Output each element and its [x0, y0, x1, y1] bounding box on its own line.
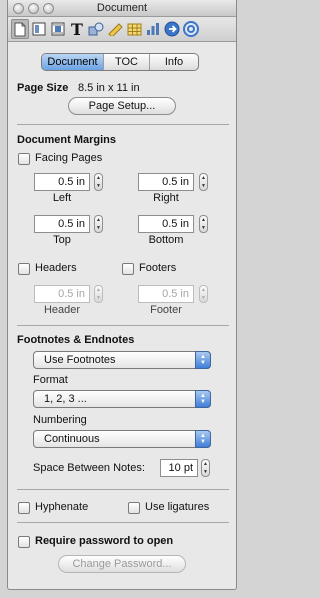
top-margin-field[interactable]: 0.5 in — [34, 215, 90, 233]
require-password-label: Require password to open — [35, 535, 174, 547]
table-icon — [127, 23, 141, 35]
format-value: 1, 2, 3 ... — [44, 393, 87, 405]
page-size-value: 8.5 in x 11 in — [78, 82, 140, 94]
wrap-inspector-tab[interactable] — [49, 19, 67, 39]
quicktime-icon — [183, 21, 199, 37]
headers-checkbox[interactable] — [18, 263, 30, 275]
header-margin-field[interactable]: 0.5 in — [34, 285, 90, 303]
numbering-label: Numbering — [33, 414, 87, 426]
headers-label: Headers — [35, 262, 77, 274]
layout-inspector-tab[interactable] — [30, 19, 48, 39]
numbering-value: Continuous — [44, 433, 100, 445]
divider — [17, 489, 229, 490]
graphic-inspector-tab[interactable] — [87, 19, 105, 39]
facing-pages-label: Facing Pages — [35, 152, 103, 164]
require-password-checkbox[interactable] — [18, 536, 30, 548]
chart-icon — [147, 23, 159, 35]
hyphenate-label: Hyphenate — [35, 501, 89, 513]
footnote-type-value: Use Footnotes — [44, 354, 116, 366]
left-margin-field[interactable]: 0.5 in — [34, 173, 90, 191]
divider — [17, 522, 229, 523]
divider — [17, 325, 229, 326]
wrap-icon — [51, 22, 65, 36]
footnotes-heading: Footnotes & Endnotes — [17, 334, 135, 346]
metrics-inspector-tab[interactable] — [106, 19, 124, 39]
numbering-popup[interactable]: Continuous ▲ ▼ — [33, 430, 211, 448]
tab-toc[interactable]: TOC — [104, 54, 150, 70]
use-ligatures-label: Use ligatures — [145, 501, 210, 513]
top-margin-stepper[interactable]: ▲ ▼ — [94, 215, 103, 233]
footers-checkbox[interactable] — [122, 263, 134, 275]
text-inspector-tab[interactable]: T — [68, 19, 86, 39]
left-margin-label: Left — [52, 192, 72, 204]
right-margin-label: Right — [153, 192, 179, 204]
right-margin-field[interactable]: 0.5 in — [138, 173, 194, 191]
facing-pages-checkbox[interactable] — [18, 153, 30, 165]
footnote-type-popup[interactable]: Use Footnotes ▲ ▼ — [33, 351, 211, 369]
header-margin-stepper[interactable]: ▲ ▼ — [94, 285, 103, 303]
margins-heading: Document Margins — [17, 134, 117, 146]
popup-arrows-icon: ▲ ▼ — [195, 430, 211, 448]
footer-margin-label: Footer — [150, 304, 182, 316]
document-icon — [14, 22, 26, 36]
ruler-icon — [108, 23, 123, 36]
top-margin-label: Top — [53, 234, 71, 246]
link-inspector-tab[interactable] — [163, 19, 181, 39]
bottom-margin-label: Bottom — [148, 234, 184, 246]
inspector-segmented-control: Document TOC Info — [41, 53, 199, 71]
footers-label: Footers — [139, 262, 177, 274]
bottom-margin-stepper[interactable]: ▲ ▼ — [199, 215, 208, 233]
footer-margin-stepper[interactable]: ▲ ▼ — [199, 285, 208, 303]
page-setup-button[interactable]: Page Setup... — [68, 97, 176, 115]
table-inspector-tab[interactable] — [125, 19, 143, 39]
space-between-notes-field[interactable]: 10 pt — [160, 459, 198, 477]
document-inspector-tab[interactable] — [11, 19, 29, 39]
tab-info[interactable]: Info — [150, 54, 198, 70]
quicktime-inspector-tab[interactable] — [182, 19, 200, 39]
divider — [17, 124, 229, 125]
chart-inspector-tab[interactable] — [144, 19, 162, 39]
use-ligatures-checkbox[interactable] — [128, 502, 140, 514]
change-password-button[interactable]: Change Password... — [58, 555, 186, 573]
link-arrow-icon — [164, 21, 180, 37]
hyphenate-checkbox[interactable] — [18, 502, 30, 514]
bottom-margin-field[interactable]: 0.5 in — [138, 215, 194, 233]
space-between-notes-stepper[interactable]: ▲ ▼ — [201, 459, 210, 477]
window-title: Document — [96, 2, 148, 14]
page-size-label: Page Size — [17, 82, 69, 94]
format-label: Format — [33, 374, 68, 386]
footer-margin-field[interactable]: 0.5 in — [138, 285, 194, 303]
layout-icon — [32, 22, 46, 36]
inspector-toolbar: T — [8, 17, 236, 42]
space-between-notes-label: Space Between Notes: — [33, 462, 145, 474]
format-popup[interactable]: 1, 2, 3 ... ▲ ▼ — [33, 390, 211, 408]
text-icon: T — [71, 19, 83, 39]
popup-arrows-icon: ▲ ▼ — [195, 351, 211, 369]
popup-arrows-icon: ▲ ▼ — [195, 390, 211, 408]
document-inspector-window: Document T Document TOC Info Page Size 8… — [7, 0, 237, 590]
header-margin-label: Header — [43, 304, 81, 316]
tab-document[interactable]: Document — [42, 54, 104, 70]
graphic-icon — [88, 22, 104, 36]
title-bar: Document — [8, 0, 236, 17]
left-margin-stepper[interactable]: ▲ ▼ — [94, 173, 103, 191]
right-margin-stepper[interactable]: ▲ ▼ — [199, 173, 208, 191]
